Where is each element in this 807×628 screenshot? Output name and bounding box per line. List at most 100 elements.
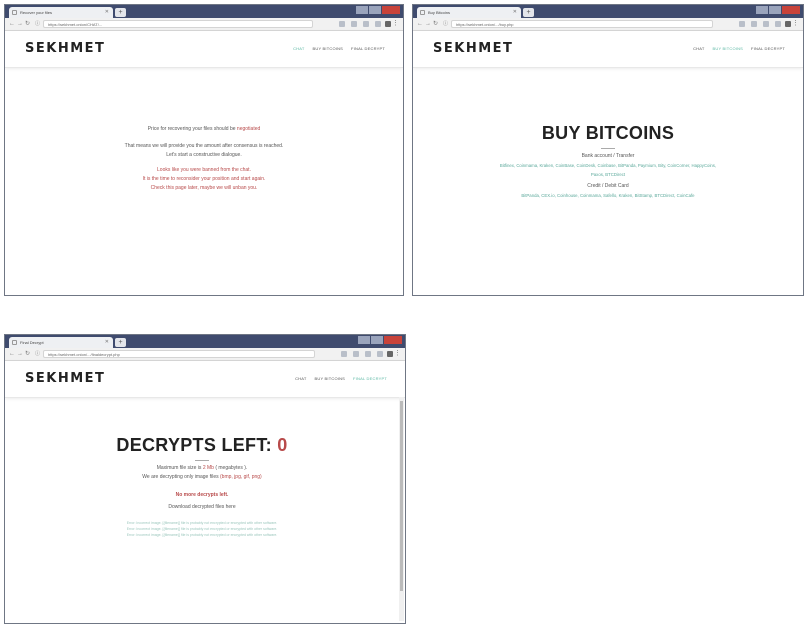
nav-final-decrypt[interactable]: FINAL DECRYPT bbox=[353, 376, 387, 381]
close-window-button[interactable] bbox=[382, 6, 400, 14]
bank-label: Bank account / Transfer bbox=[581, 153, 635, 159]
minimize-button[interactable] bbox=[756, 6, 768, 14]
extension-icon[interactable] bbox=[365, 351, 371, 357]
decrypts-left-label: DECRYPTS LEFT: bbox=[116, 435, 272, 455]
title-divider bbox=[601, 148, 615, 149]
bookmark-icon[interactable] bbox=[353, 351, 359, 357]
extension-icon[interactable] bbox=[363, 21, 369, 27]
page-scrollbar[interactable] bbox=[399, 397, 404, 621]
price-line: Price for recovering your files should b… bbox=[5, 125, 403, 134]
browser-tab[interactable]: Final Decrypt ✕ bbox=[9, 337, 113, 348]
file-types-value: (bmp, jpg, gif, png) bbox=[220, 474, 262, 480]
url-field[interactable]: https://sekhmet.onion/CHAT/... bbox=[43, 20, 313, 28]
dialogue-text: Let's start a constructive dialogue. bbox=[166, 152, 242, 158]
reconsider-text: It is the time to reconsider your positi… bbox=[142, 176, 266, 182]
minimize-button[interactable] bbox=[358, 336, 370, 344]
site-logo[interactable]: SEKHMET bbox=[25, 371, 105, 386]
nav-buy-bitcoins[interactable]: BUY BITCOINS bbox=[312, 46, 343, 51]
site-nav: CHAT BUY BITCOINS FINAL DECRYPT bbox=[295, 376, 387, 381]
extension-icon[interactable] bbox=[377, 351, 383, 357]
maximize-button[interactable] bbox=[769, 6, 781, 14]
reload-icon[interactable]: ↻ bbox=[25, 350, 30, 358]
card-exchange-links[interactable]: BitPanda, CEX.io, Coinhouse, Coinmama, S… bbox=[413, 191, 803, 200]
nav-chat[interactable]: CHAT bbox=[295, 376, 306, 381]
nav-chat[interactable]: CHAT bbox=[293, 46, 304, 51]
back-icon[interactable]: ← bbox=[9, 20, 15, 28]
title-divider bbox=[195, 460, 209, 461]
reload-icon[interactable]: ↻ bbox=[433, 20, 438, 28]
bookmark-icon[interactable] bbox=[351, 21, 357, 27]
menu-icon[interactable]: ⋮ bbox=[392, 19, 399, 28]
title-bar: Recover your files ✕ + bbox=[5, 5, 403, 18]
forward-icon[interactable]: → bbox=[17, 350, 23, 358]
lock-icon[interactable]: ⓘ bbox=[443, 20, 448, 28]
profile-icon[interactable] bbox=[785, 21, 791, 27]
new-tab-button[interactable]: + bbox=[523, 8, 534, 17]
close-tab-icon[interactable]: ✕ bbox=[105, 7, 109, 18]
decrypts-left-count: 0 bbox=[277, 435, 288, 455]
url-field[interactable]: https://sekhmet.onion/.../buy.php bbox=[451, 20, 713, 28]
close-tab-icon[interactable]: ✕ bbox=[105, 337, 109, 348]
maximize-button[interactable] bbox=[371, 336, 383, 344]
new-tab-button[interactable]: + bbox=[115, 338, 126, 347]
address-bar-row: ← → ↻ ⓘ https://sekhmet.onion/.../finald… bbox=[5, 348, 405, 361]
close-tab-icon[interactable]: ✕ bbox=[513, 7, 517, 18]
title-bar: Buy Bitcoins ✕ + bbox=[413, 5, 803, 18]
browser-tab[interactable]: Recover your files ✕ bbox=[9, 7, 113, 18]
browser-window-chat: Recover your files ✕ + ← → ↻ ⓘ https://s… bbox=[4, 4, 404, 296]
tab-title: Final Decrypt bbox=[20, 340, 44, 345]
max-size-value: 2 Mb bbox=[202, 465, 214, 471]
search-icon[interactable] bbox=[739, 21, 745, 27]
url-field[interactable]: https://sekhmet.onion/.../finaldecrypt.p… bbox=[43, 350, 315, 358]
close-window-button[interactable] bbox=[782, 6, 800, 14]
nav-buy-bitcoins[interactable]: BUY BITCOINS bbox=[712, 46, 743, 51]
extension-icon[interactable] bbox=[775, 21, 781, 27]
extension-icon[interactable] bbox=[763, 21, 769, 27]
forward-icon[interactable]: → bbox=[17, 20, 23, 28]
browser-tab[interactable]: Buy Bitcoins ✕ bbox=[417, 7, 521, 18]
site-logo[interactable]: SEKHMET bbox=[433, 41, 513, 56]
new-tab-button[interactable]: + bbox=[115, 8, 126, 17]
profile-icon[interactable] bbox=[385, 21, 391, 27]
minimize-button[interactable] bbox=[356, 6, 368, 14]
no-decrypts-message: No more decrypts left. bbox=[175, 492, 229, 498]
browser-window-buy-bitcoins: Buy Bitcoins ✕ + ← → ↻ ⓘ https://sekhmet… bbox=[412, 4, 804, 296]
bookmark-icon[interactable] bbox=[751, 21, 757, 27]
negotiated-link[interactable]: negotiated bbox=[237, 126, 260, 132]
menu-icon[interactable]: ⋮ bbox=[792, 19, 799, 28]
nav-chat[interactable]: CHAT bbox=[693, 46, 704, 51]
file-types-line: We are decrypting only image files (bmp,… bbox=[5, 473, 399, 482]
lock-icon[interactable]: ⓘ bbox=[35, 350, 40, 358]
window-controls bbox=[356, 6, 400, 15]
card-label: Credit / Debit Card bbox=[587, 183, 629, 189]
menu-icon[interactable]: ⋮ bbox=[394, 349, 401, 358]
site-logo[interactable]: SEKHMET bbox=[25, 41, 105, 56]
search-icon[interactable] bbox=[341, 351, 347, 357]
chat-content: Price for recovering your files should b… bbox=[5, 125, 403, 193]
nav-final-decrypt[interactable]: FINAL DECRYPT bbox=[751, 46, 785, 51]
browser-window-final-decrypt: Final Decrypt ✕ + ← → ↻ ⓘ https://sekhme… bbox=[4, 334, 406, 624]
nav-final-decrypt[interactable]: FINAL DECRYPT bbox=[351, 46, 385, 51]
title-bar: Final Decrypt ✕ + bbox=[5, 335, 405, 348]
back-icon[interactable]: ← bbox=[9, 350, 15, 358]
search-icon[interactable] bbox=[339, 21, 345, 27]
site-header: SEKHMET CHAT BUY BITCOINS FINAL DECRYPT bbox=[413, 31, 803, 68]
bank-exchange-links-2[interactable]: Paxos, BTCDirect bbox=[413, 170, 803, 179]
profile-icon[interactable] bbox=[387, 351, 393, 357]
consensus-text: That means we will provide you the amoun… bbox=[124, 143, 284, 149]
maximize-button[interactable] bbox=[369, 6, 381, 14]
address-bar-row: ← → ↻ ⓘ https://sekhmet.onion/CHAT/... ⋮ bbox=[5, 18, 403, 31]
close-window-button[interactable] bbox=[384, 336, 402, 344]
scrollbar-thumb[interactable] bbox=[400, 401, 403, 591]
forward-icon[interactable]: → bbox=[425, 20, 431, 28]
lock-icon[interactable]: ⓘ bbox=[35, 20, 40, 28]
download-link[interactable]: Download decrypted files here bbox=[5, 503, 399, 512]
back-icon[interactable]: ← bbox=[417, 20, 423, 28]
reload-icon[interactable]: ↻ bbox=[25, 20, 30, 28]
file-types-text: We are decrypting only image files bbox=[142, 474, 219, 480]
bank-exchange-links[interactable]: Bitfinex, Coinmama, Kraken, CoinBase, Co… bbox=[413, 161, 803, 170]
nav-buy-bitcoins[interactable]: BUY BITCOINS bbox=[314, 376, 345, 381]
extension-icon[interactable] bbox=[375, 21, 381, 27]
site-nav: CHAT BUY BITCOINS FINAL DECRYPT bbox=[693, 46, 785, 51]
price-text: Price for recovering your files should b… bbox=[147, 126, 236, 132]
